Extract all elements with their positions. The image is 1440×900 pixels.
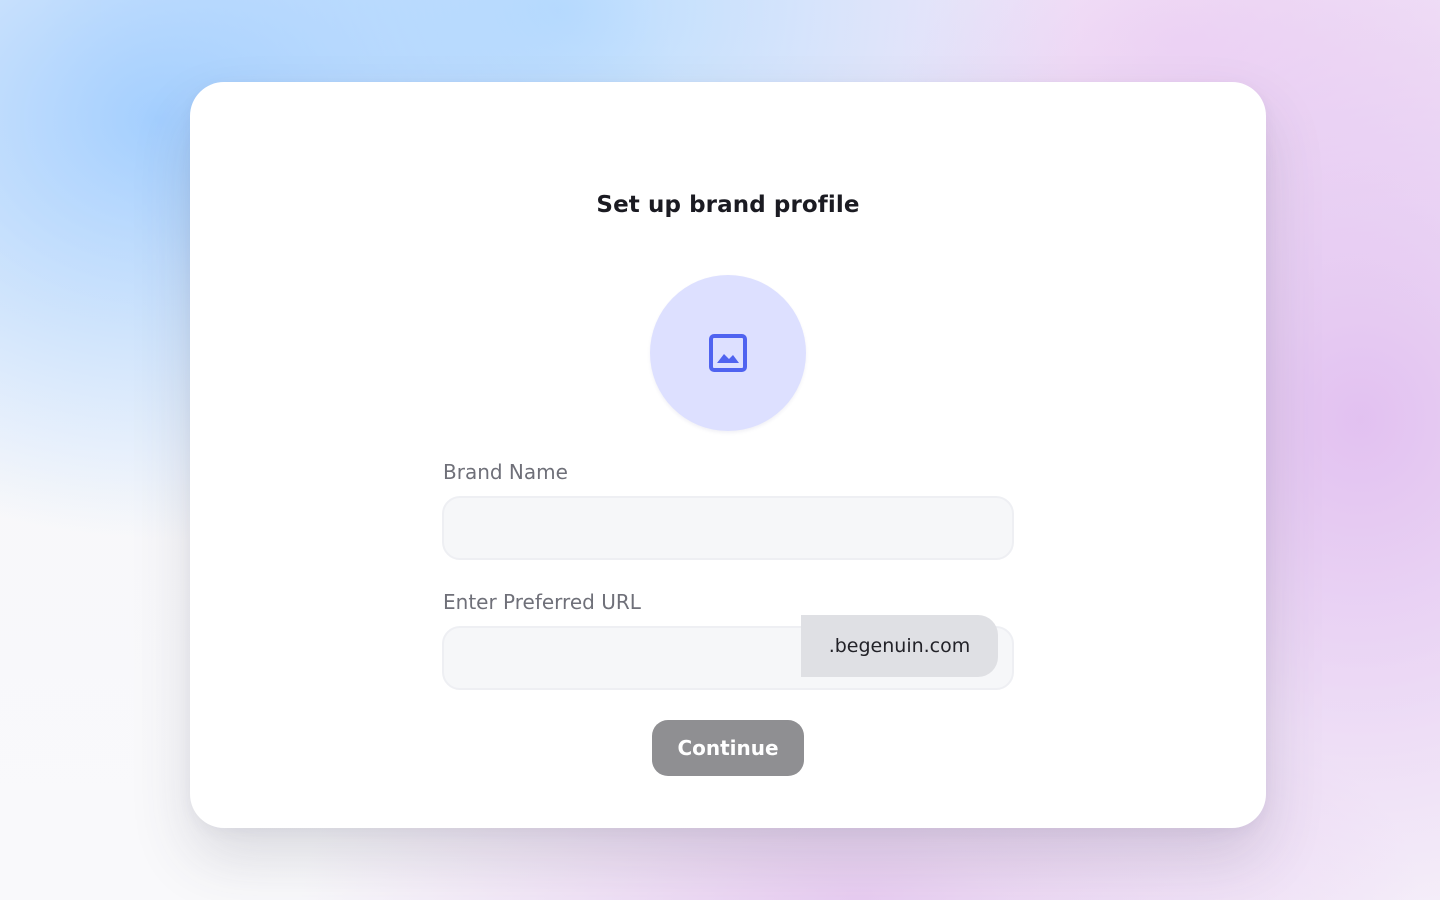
brand-profile-card: Set up brand profile Brand Name Enter Pr… — [190, 82, 1266, 828]
brand-logo-upload[interactable] — [650, 275, 806, 431]
preferred-url-label: Enter Preferred URL — [443, 590, 641, 614]
brand-name-field[interactable] — [442, 496, 1014, 560]
brand-name-label: Brand Name — [443, 460, 568, 484]
image-icon — [708, 333, 748, 373]
continue-button[interactable]: Continue — [652, 720, 804, 776]
url-domain-suffix: .begenuin.com — [801, 615, 998, 677]
preferred-url-input[interactable] — [444, 628, 800, 688]
page-title: Set up brand profile — [596, 192, 860, 218]
brand-name-input[interactable] — [444, 498, 1012, 558]
